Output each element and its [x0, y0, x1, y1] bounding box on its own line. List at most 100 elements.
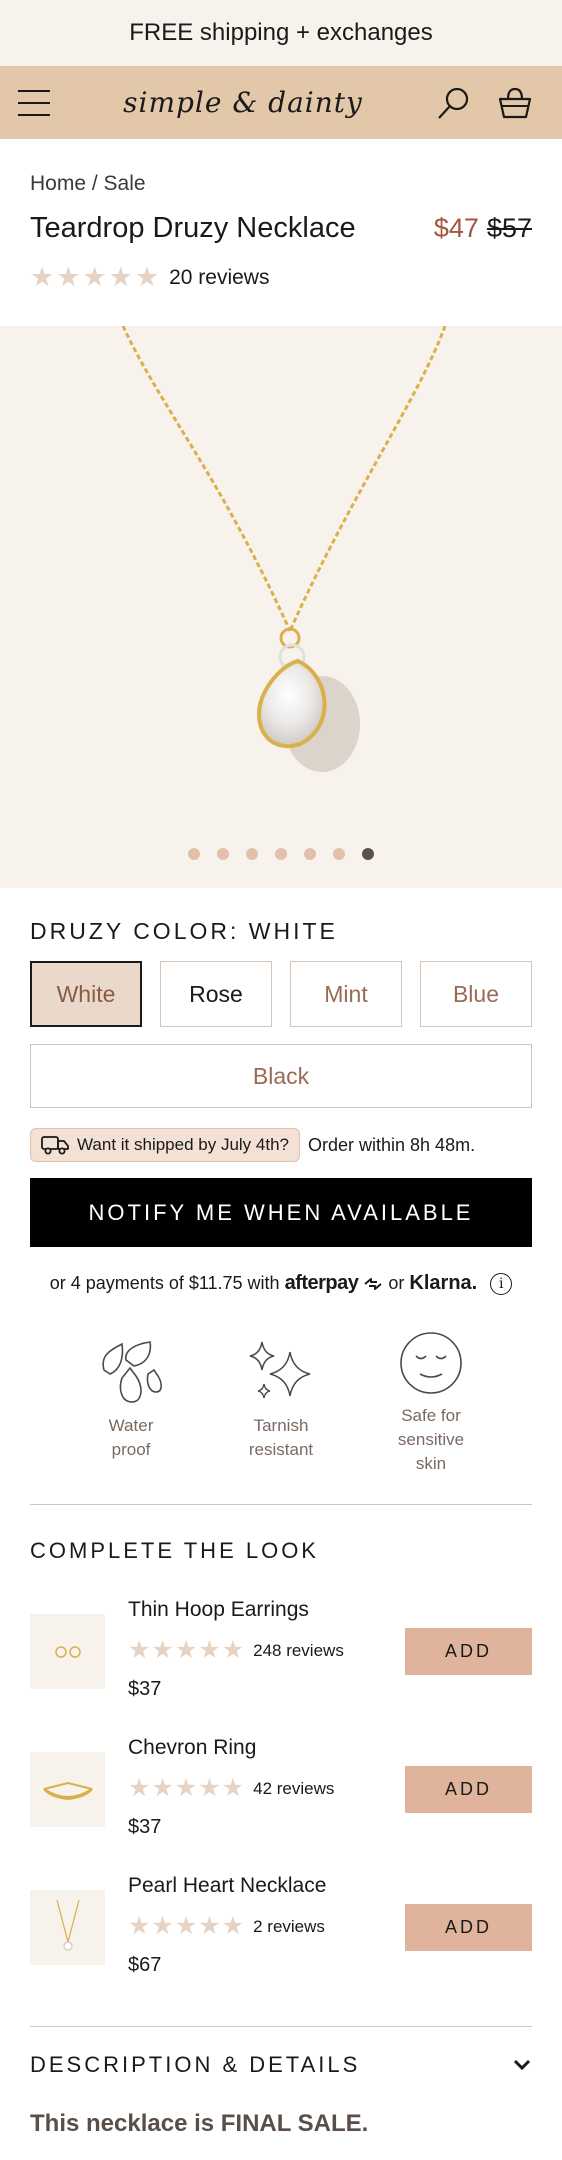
look-item: Chevron Ring ★ ★ ★ ★ ★ 42 reviews $37 ADD: [30, 1736, 532, 1848]
look-item-rating: ★ ★ ★ ★ ★ 248 reviews: [128, 1638, 344, 1663]
divider: [30, 2026, 532, 2027]
add-button[interactable]: ADD: [405, 1628, 532, 1675]
pearl-necklace-thumbnail[interactable]: [30, 1890, 105, 1965]
color-option-white[interactable]: White: [30, 961, 142, 1027]
look-item-rating: ★ ★ ★ ★ ★ 42 reviews: [128, 1776, 334, 1801]
feature-label: Water proof: [108, 1416, 154, 1459]
look-item: Pearl Heart Necklace ★ ★ ★ ★ ★ 2 reviews $67…: [30, 1874, 532, 1986]
final-sale-note: This necklace is FINAL SALE.: [30, 2110, 369, 2137]
feature-tarnish: Tarnish resistant: [221, 1340, 341, 1462]
payment-or: or: [388, 1273, 405, 1293]
review-count[interactable]: 20 reviews: [169, 266, 269, 290]
menu-icon[interactable]: [18, 89, 50, 116]
announcement-text: FREE shipping + exchanges: [129, 19, 433, 46]
product-title-row: Teardrop Druzy Necklace $47 $57: [30, 212, 532, 245]
compare-price: $57: [486, 213, 532, 243]
necklace-image: [121, 326, 447, 772]
star-icon: ★: [221, 1774, 245, 1802]
look-item-rating: ★ ★ ★ ★ ★ 2 reviews: [128, 1914, 325, 1939]
star-icon: ★: [174, 1774, 198, 1802]
hoop-earrings-thumbnail[interactable]: [30, 1614, 105, 1689]
complete-look-title: COMPLETE THE LOOK: [30, 1538, 319, 1563]
feature-sensitive: Safe for sensitive skin: [371, 1330, 491, 1476]
payment-text: or 4 payments of $11.75 with: [49, 1273, 280, 1293]
star-icon: ★: [56, 262, 81, 292]
star-icon: ★: [134, 262, 160, 292]
look-item-reviews: 2 reviews: [253, 1916, 325, 1936]
look-item-price: $37: [128, 1678, 162, 1700]
star-icon: ★: [198, 1912, 221, 1940]
feature-label: Safe for sensitive skin: [397, 1406, 465, 1473]
header-icons: [436, 85, 532, 121]
description-accordion[interactable]: DESCRIPTION & DETAILS: [30, 2052, 532, 2078]
klarna-logo[interactable]: Klarna.: [409, 1272, 477, 1295]
search-icon[interactable]: [436, 85, 472, 121]
logo[interactable]: simple & dainty: [123, 86, 363, 119]
description-title: DESCRIPTION & DETAILS: [30, 2052, 361, 2077]
announcement-bar: FREE shipping + exchanges: [0, 0, 562, 66]
star-icon: ★: [221, 1912, 245, 1940]
star-icon: ★: [151, 1774, 174, 1802]
color-options: White Rose Mint Blue: [30, 961, 532, 1027]
shipping-badge[interactable]: Want it shipped by July 4th?: [30, 1128, 300, 1162]
star-icon: ★: [82, 262, 107, 292]
look-item-price: $67: [128, 1954, 162, 1976]
gallery-dot[interactable]: [304, 848, 316, 860]
water-drops-icon: [102, 1341, 162, 1403]
gallery-dot[interactable]: [275, 848, 287, 860]
star-icon: ★: [221, 1636, 245, 1664]
chevron-down-icon: [513, 2059, 531, 2071]
gallery-dots: [0, 848, 562, 860]
sale-price: $47: [433, 213, 479, 243]
gallery-dot-active[interactable]: [362, 848, 374, 860]
star-icon: ★: [128, 1912, 151, 1940]
truck-icon: [41, 1136, 69, 1155]
afterpay-arrows-icon: [364, 1277, 383, 1290]
look-item: Thin Hoop Earrings ★ ★ ★ ★ ★ 248 reviews $37…: [30, 1598, 532, 1710]
product-title: Teardrop Druzy Necklace: [30, 212, 356, 244]
product-rating[interactable]: ★ ★ ★ ★ ★ 20 reviews: [30, 264, 269, 291]
breadcrumb[interactable]: Home / Sale: [30, 172, 146, 196]
shipping-countdown: Order within 8h 48m.: [308, 1134, 476, 1155]
look-item-name[interactable]: Chevron Ring: [128, 1736, 256, 1760]
star-icon: ★: [174, 1912, 198, 1940]
gallery-dot[interactable]: [333, 848, 345, 860]
feature-icons: Water proof Tarnish resistant Safe for sens…: [0, 1330, 562, 1480]
shipping-badge-text: Want it shipped by July 4th?: [77, 1135, 289, 1154]
color-option-blue[interactable]: Blue: [420, 961, 532, 1027]
star-icon: ★: [198, 1774, 221, 1802]
product-image[interactable]: [0, 326, 562, 888]
feature-label: Tarnish resistant: [248, 1416, 314, 1459]
look-item-price: $37: [128, 1816, 162, 1838]
afterpay-logo[interactable]: afterpay: [285, 1272, 359, 1295]
sparkle-icon: [249, 1341, 311, 1399]
star-icon: ★: [198, 1636, 221, 1664]
calm-face-icon: [400, 1332, 462, 1394]
feature-waterproof: Water proof: [71, 1340, 191, 1462]
gallery-dot[interactable]: [217, 848, 229, 860]
gallery-dot[interactable]: [188, 848, 200, 860]
star-icon: ★: [174, 1636, 198, 1664]
info-icon[interactable]: i: [490, 1272, 513, 1295]
color-option-black[interactable]: Black: [30, 1044, 532, 1108]
basket-icon[interactable]: [498, 86, 532, 120]
gallery-dot[interactable]: [246, 848, 258, 860]
option-label: DRUZY COLOR: WHITE: [30, 918, 338, 944]
star-icon: ★: [30, 262, 55, 292]
star-icon: ★: [128, 1774, 151, 1802]
star-icon: ★: [151, 1636, 174, 1664]
add-button[interactable]: ADD: [405, 1904, 532, 1951]
site-header: simple & dainty: [0, 66, 562, 139]
payment-options: or 4 payments of $11.75 with afterpay or…: [0, 1272, 562, 1295]
look-item-reviews: 248 reviews: [253, 1640, 344, 1660]
star-icon: ★: [151, 1912, 174, 1940]
add-button[interactable]: ADD: [405, 1766, 532, 1813]
look-item-reviews: 42 reviews: [253, 1778, 335, 1798]
look-item-name[interactable]: Thin Hoop Earrings: [128, 1598, 309, 1622]
chevron-ring-thumbnail[interactable]: [30, 1752, 105, 1827]
notify-button[interactable]: NOTIFY ME WHEN AVAILABLE: [30, 1178, 532, 1247]
color-option-rose[interactable]: Rose: [160, 961, 272, 1027]
color-option-mint[interactable]: Mint: [290, 961, 402, 1027]
look-item-name[interactable]: Pearl Heart Necklace: [128, 1874, 326, 1898]
price-block: $47 $57: [434, 213, 532, 244]
